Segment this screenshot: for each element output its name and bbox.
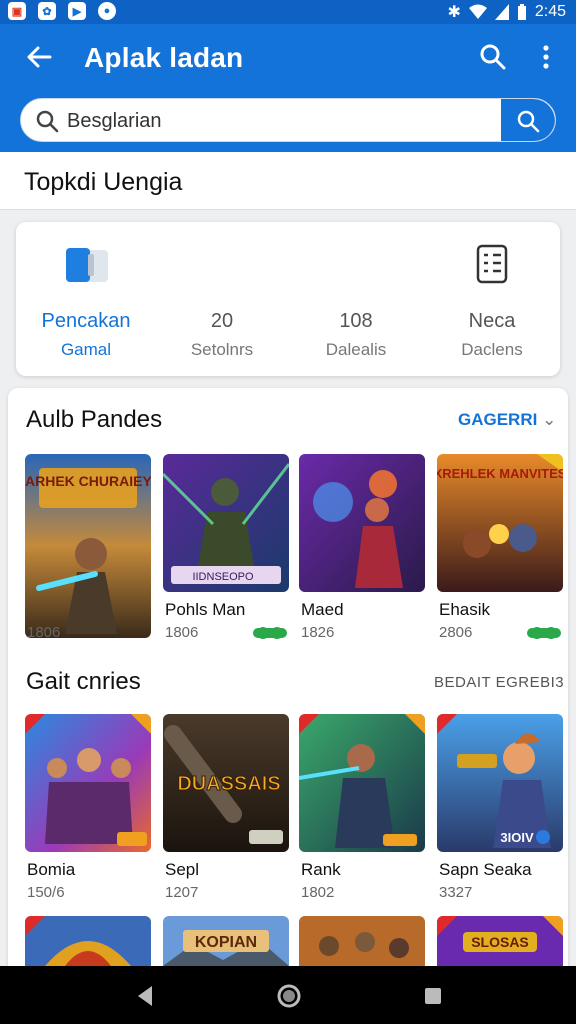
wifi-icon: [468, 4, 487, 19]
section2-see-all-link[interactable]: BEDAIT EGREBI3: [434, 674, 564, 691]
chevron-down-icon: ⌄: [542, 410, 557, 429]
game-thumbnail: [25, 714, 151, 852]
pdf-icon: ▣: [8, 2, 26, 20]
status-time: 2:45: [534, 3, 566, 20]
section-header: Topkdi Uengia: [0, 152, 576, 210]
search-icon[interactable]: [478, 42, 508, 72]
stat-value: Pencakan: [41, 310, 131, 332]
tile-name: Ehasik: [439, 600, 491, 619]
tile-name: Sepl: [165, 860, 200, 879]
stats-card: Pencakan Gamal 20 Setolnrs 108 Dalealis …: [16, 222, 560, 376]
page-title: Aplak ladan: [84, 42, 244, 73]
stat-label: Setolnrs: [190, 340, 254, 359]
game-thumbnail: DUASSAIS: [163, 714, 289, 852]
section2-title: Gait cnries: [26, 668, 141, 695]
stat-value: 108: [339, 310, 373, 332]
stat-item-1[interactable]: Pencakan Gamal: [18, 222, 154, 376]
tile-banner-text: SLOSAS: [471, 934, 529, 950]
more-vert-icon[interactable]: [534, 42, 558, 72]
stat-value: 20: [210, 310, 234, 332]
tile-banner-text: IIDNSEOPO: [192, 571, 254, 583]
back-triangle-icon[interactable]: [132, 982, 160, 1010]
tile-banner-text: 3IOIV: [500, 830, 534, 845]
tile-name: Pohls Man: [165, 600, 246, 619]
stat-item-3[interactable]: 108 Dalealis: [288, 222, 424, 376]
status-badge: [253, 627, 287, 639]
tile-count: 1806: [27, 624, 61, 641]
tile-count: 1802: [301, 884, 335, 901]
tile-count: 1806: [165, 624, 199, 641]
home-circle-icon[interactable]: [275, 982, 303, 1010]
stat-label: Gamal: [60, 340, 112, 359]
section-header-title: Topkdi Uengia: [24, 168, 183, 196]
tile-count: 1207: [165, 884, 199, 901]
game-thumbnail: [299, 714, 425, 852]
section1-title: Aulb Pandes: [26, 406, 163, 433]
search-submit-button[interactable]: [501, 99, 555, 141]
tile-banner-text: NARHEK CHURAIEYS: [25, 473, 151, 489]
search-field-icon: [36, 110, 59, 133]
system-nav-bar: [0, 966, 576, 1024]
play-icon: ▶: [68, 2, 86, 20]
game-thumbnail: [299, 916, 425, 966]
game-thumbnail: [299, 454, 425, 592]
tile-name: Sapn Seaka: [439, 860, 532, 879]
stat-label: Dalealis: [325, 340, 387, 359]
game-thumbnail: KOPIAN: [163, 916, 289, 966]
status-badge: [527, 627, 561, 639]
back-arrow-icon[interactable]: [24, 42, 54, 72]
stat-value: Neca: [468, 310, 516, 332]
bluetooth-icon: ✱: [447, 4, 461, 21]
tile-count: 2806: [439, 624, 473, 641]
tile-name: Bomia: [27, 860, 76, 879]
cards-icon: [66, 248, 108, 282]
section1-see-all-link[interactable]: GAGERRI ⌄: [458, 410, 556, 430]
tile-count: 3327: [439, 884, 473, 901]
gallery-icon: ✿: [38, 2, 56, 20]
search-input[interactable]: [67, 106, 497, 136]
game-thumbnail: NARHEK CHURAIEYS: [25, 454, 151, 638]
tile-count: 1826: [301, 624, 335, 641]
tile-name: Maed: [301, 600, 344, 619]
game-thumbnail: SLOSAS: [437, 916, 563, 966]
section1-link-label: GAGERRI: [458, 410, 538, 429]
tile-banner-text: XREHLEK MANVITES: [437, 466, 563, 481]
game-thumbnail: XREHLEK MANVITES: [437, 454, 563, 592]
search-submit-icon: [517, 110, 540, 133]
stat-label: Daclens: [461, 340, 523, 359]
game-thumbnail: [25, 916, 151, 966]
tile-count: 150/6: [27, 884, 65, 901]
recents-square-icon[interactable]: [419, 982, 447, 1010]
game-thumbnail: 3IOIV: [437, 714, 563, 852]
stat-item-2[interactable]: 20 Setolnrs: [154, 222, 290, 376]
game-thumbnail: IIDNSEOPO: [163, 454, 289, 592]
status-bar: ▣ ✿ ▶ ● ✱ 2:45: [0, 0, 576, 24]
document-list-icon: [476, 244, 508, 284]
tile-banner-text: DUASSAIS: [177, 773, 280, 795]
search-bar: [20, 98, 556, 142]
tile-banner-text: KOPIAN: [195, 934, 257, 951]
signal-icon: [494, 4, 509, 20]
stat-item-4[interactable]: Neca Daclens: [424, 222, 560, 376]
tile-name: Rank: [301, 860, 341, 879]
battery-icon: [517, 3, 526, 20]
record-icon: ●: [98, 2, 116, 20]
